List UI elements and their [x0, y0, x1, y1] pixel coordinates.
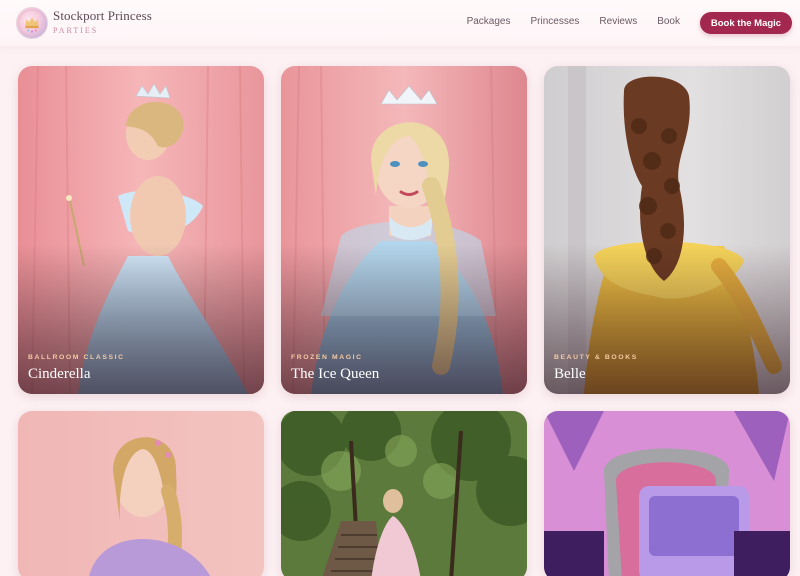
brand-subtitle: PARTIES — [53, 26, 99, 35]
book-the-magic-button[interactable]: Book the Magic — [700, 12, 792, 34]
card-kicker: BALLROOM CLASSIC — [28, 354, 125, 361]
card-kicker: BEAUTY & BOOKS — [554, 354, 638, 361]
logo-badge[interactable] — [16, 7, 48, 39]
princess-card-rapunzel[interactable] — [18, 411, 264, 576]
card-title: Belle — [554, 366, 586, 382]
card-title: The Ice Queen — [291, 366, 380, 382]
card-title: Cinderella — [28, 366, 91, 382]
card-kicker: FROZEN MAGIC — [291, 354, 363, 361]
princess-card-forest[interactable] — [281, 411, 527, 576]
nav-link-princesses[interactable]: Princesses — [531, 16, 580, 27]
main-nav: Packages Princesses Reviews Book — [467, 16, 680, 27]
nav-link-reviews[interactable]: Reviews — [599, 16, 637, 27]
site-header: Stockport Princess PARTIES Packages Prin… — [0, 0, 800, 46]
photo-rapunzel — [18, 411, 264, 576]
princess-card-belle[interactable]: BEAUTY & BOOKS Belle — [544, 66, 790, 394]
princess-card-cinderella[interactable]: BALLROOM CLASSIC Cinderella — [18, 66, 264, 394]
nav-link-packages[interactable]: Packages — [467, 16, 511, 27]
nav-link-book[interactable]: Book — [657, 16, 680, 27]
crown-logo-icon — [18, 9, 46, 37]
photo-kpop-throne — [544, 411, 790, 576]
brand-name: Stockport Princess — [53, 8, 152, 23]
princess-card-kpop[interactable] — [544, 411, 790, 576]
princess-card-ice-queen[interactable]: FROZEN MAGIC The Ice Queen — [281, 66, 527, 394]
brand[interactable]: Stockport Princess PARTIES — [53, 8, 152, 35]
photo-forest-princess — [281, 411, 527, 576]
